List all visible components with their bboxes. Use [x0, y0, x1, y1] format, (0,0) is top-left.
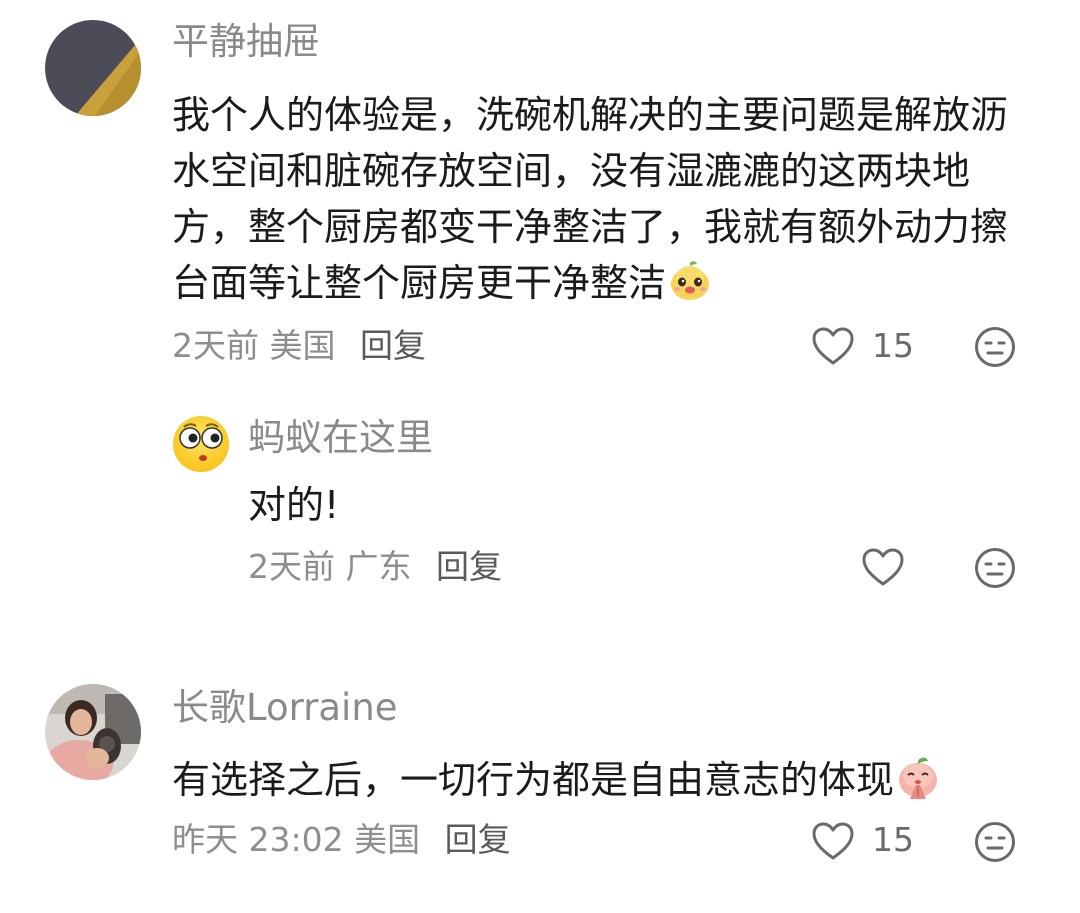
heart-outline-icon [862, 548, 904, 586]
reply-avatar[interactable] [170, 412, 232, 474]
comment-username[interactable]: 平静抽屉 [172, 20, 320, 64]
reply-meta: 2天前 广东 回复 [248, 547, 502, 587]
comment-location: 美国 [354, 820, 421, 859]
avatar[interactable] [45, 684, 141, 780]
reply-button[interactable]: 回复 [445, 820, 511, 859]
reply-location: 广东 [345, 547, 412, 586]
heart-outline-icon [812, 822, 854, 860]
comment-text: 有选择之后，一切行为都是自由意志的体现 [172, 752, 1032, 808]
comment-time: 昨天 23:02 [172, 820, 344, 859]
comment-meta: 2天前 美国 回复 [172, 326, 426, 366]
comment-username[interactable]: 长歌Lorraine [172, 686, 398, 730]
reply-time: 2天前 [248, 547, 335, 586]
like-count: 15 [872, 820, 914, 859]
meh-face-icon [975, 548, 1015, 588]
dislike-button[interactable] [972, 819, 1018, 865]
like-button[interactable] [808, 817, 858, 865]
meh-face-icon [975, 327, 1015, 367]
peach-pray-emoji [899, 757, 938, 799]
meh-face-icon [975, 822, 1015, 862]
comment-time: 2天前 [172, 326, 259, 365]
like-button[interactable] [808, 322, 858, 370]
reply-text: 对的! [248, 483, 340, 527]
pear-face-emoji [671, 261, 710, 300]
comment-location: 美国 [269, 326, 336, 365]
surprised-face-emoji [173, 416, 229, 472]
heart-outline-icon [812, 327, 854, 365]
reply-dislike-button[interactable] [972, 545, 1018, 591]
comment-text-content: 有选择之后，一切行为都是自由意志的体现 [172, 758, 895, 802]
dislike-button[interactable] [972, 324, 1018, 370]
avatar[interactable] [45, 20, 141, 116]
comment-text-content: 我个人的体验是，洗碗机解决的主要问题是解放沥水空间和脏碗存放空间，没有湿漉漉的这… [172, 93, 1009, 305]
reply-like-button[interactable] [858, 543, 908, 591]
reply-reply-button[interactable]: 回复 [436, 547, 502, 586]
reply-button[interactable]: 回复 [360, 326, 426, 365]
like-count: 15 [872, 326, 914, 365]
comment-text: 我个人的体验是，洗碗机解决的主要问题是解放沥水空间和脏碗存放空间，没有湿漉漉的这… [172, 87, 1022, 311]
reply-username[interactable]: 蚂蚁在这里 [248, 416, 433, 460]
comment-meta: 昨天 23:02 美国 回复 [172, 820, 511, 860]
